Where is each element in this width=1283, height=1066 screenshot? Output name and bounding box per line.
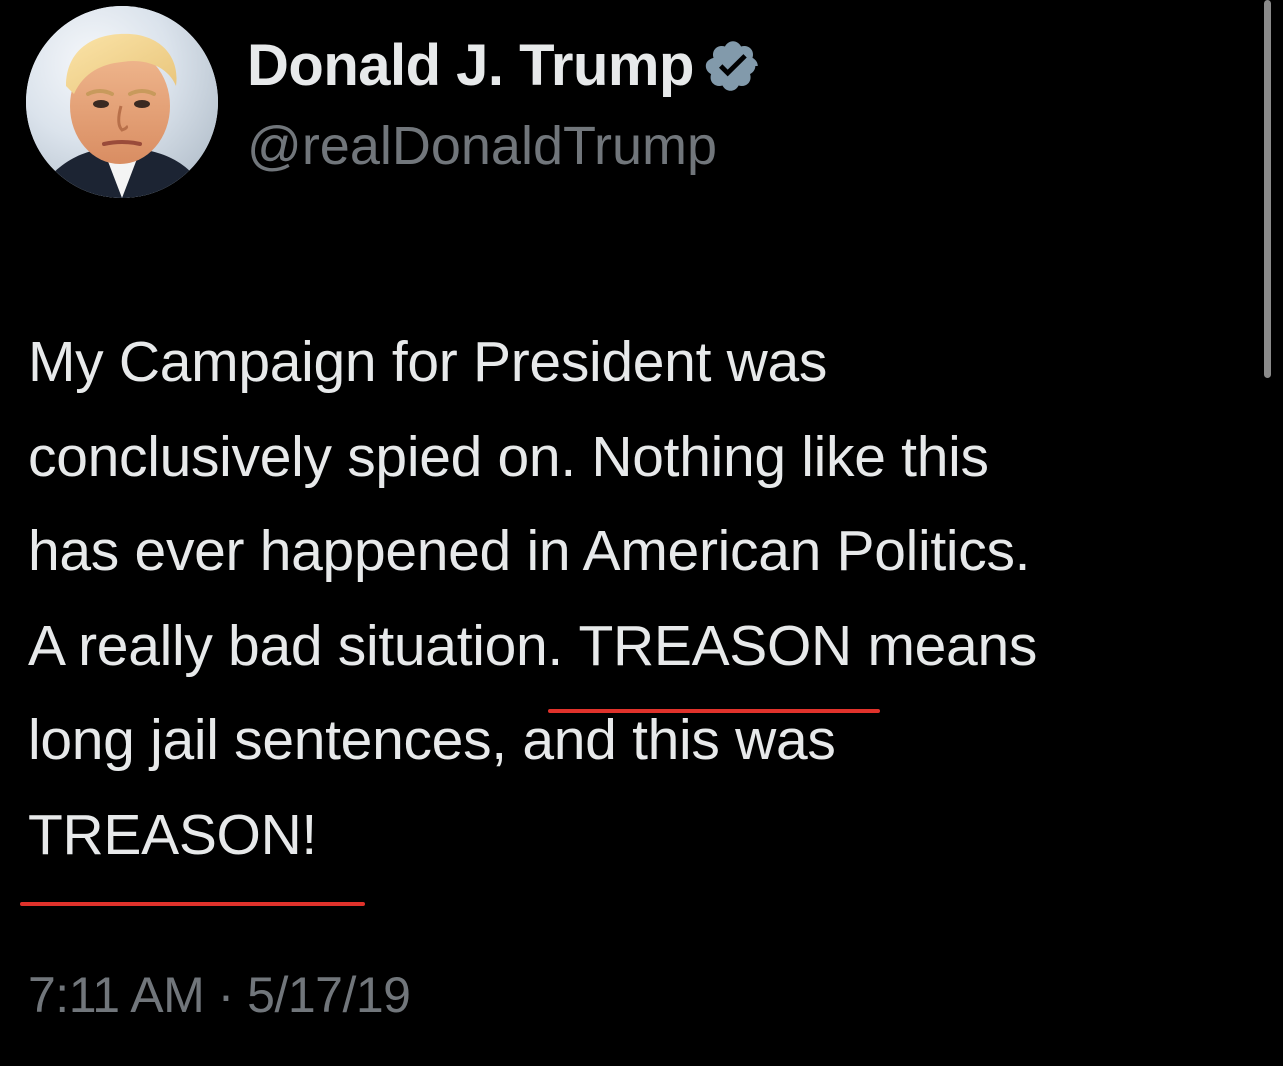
profile-avatar[interactable] (26, 6, 218, 198)
author-name-row: Donald J. Trump (247, 30, 762, 102)
underlined-word: TREASON (548, 599, 881, 713)
tweet-line-text: A really bad situation. (28, 613, 579, 678)
tweet-body: My Campaign for President was conclusive… (20, 315, 1258, 906)
tweet-line: TREASON! (20, 788, 1258, 906)
scrollbar[interactable] (1264, 0, 1271, 378)
tweet-line: has ever happened in American Politics. (28, 519, 1031, 583)
tweet-line: long jail sentences, and this was (28, 708, 836, 772)
tweet-line: A really bad situation. TREASON means (28, 599, 1258, 713)
profile-photo-avatar (26, 6, 218, 198)
tweet-line: My Campaign for President was (28, 330, 828, 394)
author-handle[interactable]: @realDonaldTrump (247, 112, 717, 180)
author-display-name[interactable]: Donald J. Trump (247, 30, 694, 102)
underlined-word: TREASON! (20, 788, 365, 906)
tweet-line: conclusively spied on. Nothing like this (28, 424, 989, 489)
tweet: Donald J. Trump @realDonaldTrump My Camp… (0, 0, 1283, 1066)
verified-badge-icon[interactable] (704, 37, 762, 95)
tweet-line-text: means (851, 613, 1038, 678)
tweet-timestamp[interactable]: 7:11 AM · 5/17/19 (28, 960, 411, 1030)
